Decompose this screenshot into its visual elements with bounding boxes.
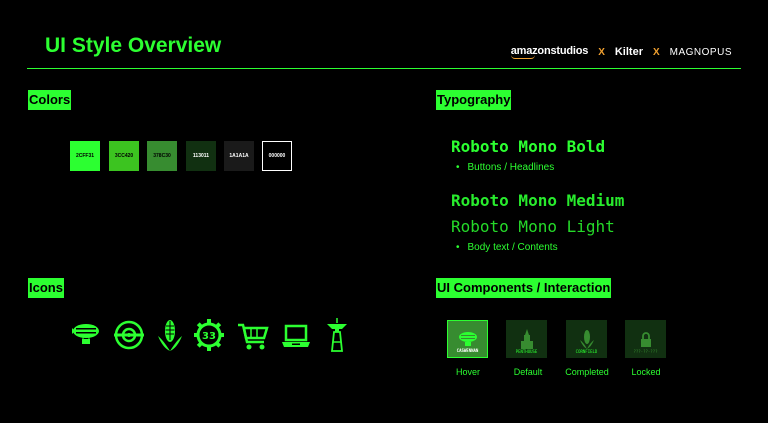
font-sample-bold: Roboto Mono Bold xyxy=(451,137,606,156)
swatch-2cff31: 2CFF31 xyxy=(70,141,100,171)
icons-heading: Icons xyxy=(28,278,64,298)
corn-icon xyxy=(158,320,182,351)
component-caption-default: Default xyxy=(513,367,543,377)
gear-33-icon: 33 xyxy=(194,319,224,351)
component-label: CORNFIELD xyxy=(575,349,598,354)
component-label: CASWENNAN xyxy=(456,348,479,353)
amazon-studios-logo: amazonstudios xyxy=(510,45,589,59)
component-label: PENTHOUSE xyxy=(515,349,538,354)
building-icon xyxy=(520,329,533,349)
airship-icon xyxy=(72,324,99,344)
portal-icon xyxy=(114,320,144,350)
brand-logos: amazonstudios X Kilter X MAGNOPUS xyxy=(510,45,732,59)
brand-separator: X xyxy=(598,46,605,58)
lock-icon xyxy=(640,332,651,347)
corn-icon xyxy=(579,330,594,349)
amazon-logo-text: amazonstudios xyxy=(510,45,589,57)
component-label: ???-??-??? xyxy=(633,349,658,354)
font-usage-bold: Buttons / Headlines xyxy=(456,162,555,173)
swatch-3cc420: 3CC420 xyxy=(109,141,139,171)
font-sample-light: Roboto Mono Light xyxy=(451,217,615,236)
component-card-completed[interactable]: CORNFIELD xyxy=(566,320,607,358)
swatch-378c30: 378C30 xyxy=(147,141,177,171)
airship-icon xyxy=(458,332,477,346)
component-card-hover[interactable]: CASWENNAN xyxy=(447,320,488,358)
font-sample-medium: Roboto Mono Medium xyxy=(451,191,625,210)
swatch-000000: 000000 xyxy=(262,141,292,171)
font-usage-body: Body text / Contents xyxy=(456,242,558,253)
swatch-113011: 113011 xyxy=(186,141,216,171)
component-card-locked: ???-??-??? xyxy=(625,320,666,358)
component-card-default[interactable]: PENTHOUSE xyxy=(506,320,547,358)
header-divider xyxy=(27,68,741,69)
swatch-1a1a1a: 1A1A1A xyxy=(224,141,254,171)
magnopus-logo: MAGNOPUS xyxy=(669,46,732,58)
components-heading: UI Components / Interaction xyxy=(436,278,612,298)
laptop-icon xyxy=(282,324,310,347)
component-caption-completed: Completed xyxy=(565,367,609,377)
component-caption-locked: Locked xyxy=(631,367,661,377)
brand-separator: X xyxy=(652,46,660,58)
space-needle-icon xyxy=(327,318,347,352)
typography-heading: Typography xyxy=(436,90,512,110)
component-caption-hover: Hover xyxy=(455,367,480,377)
page-title: UI Style Overview xyxy=(45,34,222,57)
gear-number: 33 xyxy=(202,331,216,342)
colors-heading: Colors xyxy=(28,90,72,110)
kilter-logo: Kilter xyxy=(614,46,643,58)
cart-icon xyxy=(238,323,269,350)
